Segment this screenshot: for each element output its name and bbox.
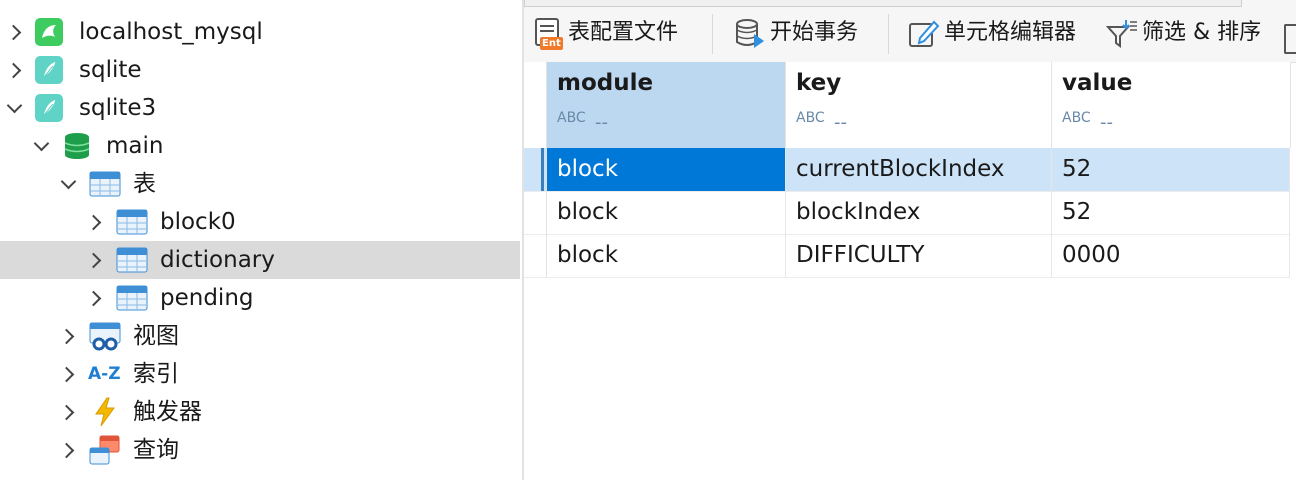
table-icon — [116, 283, 148, 313]
cell[interactable]: 52 — [1052, 191, 1290, 234]
cell[interactable]: block — [547, 191, 786, 234]
sqlite-connection-icon — [34, 93, 64, 123]
tree-item-label: 索引 — [133, 361, 179, 387]
cell[interactable]: block — [547, 234, 786, 277]
cell[interactable]: block — [547, 148, 786, 191]
cell-editor-label: 单元格编辑器 — [944, 20, 1077, 45]
cell-editor-button[interactable]: 单元格编辑器 — [908, 16, 1092, 50]
pencil-edit-icon — [908, 18, 940, 50]
column-header-value[interactable]: value ABC -- — [1052, 62, 1291, 148]
table-row[interactable]: block currentBlockIndex 52 — [524, 148, 1290, 192]
column-name: key — [796, 70, 842, 96]
chevron-right-icon[interactable] — [5, 24, 22, 41]
tree-item-block0[interactable]: block0 — [0, 203, 520, 241]
tree-item-label: dictionary — [160, 247, 275, 273]
tree-item-indexes[interactable]: A-Z 索引 — [0, 355, 520, 393]
tree-item-label: sqlite3 — [79, 95, 157, 121]
views-icon — [89, 321, 121, 351]
transaction-icon — [734, 18, 766, 50]
string-type-icon: ABC — [796, 110, 825, 126]
chevron-right-icon[interactable] — [85, 290, 102, 307]
tree-item-label: 视图 — [133, 323, 179, 349]
tree-item-views[interactable]: 视图 — [0, 317, 520, 355]
begin-transaction-label: 开始事务 — [770, 20, 859, 45]
tree-item-label: 表 — [133, 171, 156, 197]
tree-item-label: 查询 — [133, 437, 179, 463]
column-type-hint: -- — [834, 112, 847, 133]
mysql-connection-icon — [34, 17, 64, 47]
tables-folder-icon — [89, 169, 121, 199]
index-az-icon: A-Z — [88, 364, 121, 384]
column-name: value — [1062, 70, 1133, 96]
data-editor: Ent 表配置文件 开始事务 单元格编辑器 筛选 & 排序 module ABC… — [524, 0, 1296, 480]
cell[interactable]: blockIndex — [786, 191, 1052, 234]
row-header-corner[interactable] — [524, 62, 547, 148]
chevron-right-icon[interactable] — [85, 252, 102, 269]
column-name: module — [557, 70, 654, 96]
chevron-right-icon[interactable] — [85, 214, 102, 231]
chevron-right-icon[interactable] — [5, 62, 22, 79]
row-header[interactable] — [524, 191, 547, 234]
filter-sort-icon — [1105, 18, 1138, 50]
table-row[interactable]: block blockIndex 52 — [524, 191, 1290, 235]
tree-item-label: pending — [160, 285, 254, 311]
tree-item-pending[interactable]: pending — [0, 279, 520, 317]
chevron-down-icon[interactable] — [6, 97, 23, 114]
column-header-module[interactable]: module ABC -- — [547, 62, 786, 148]
chevron-down-icon[interactable] — [60, 173, 77, 190]
tree-item-label: main — [106, 133, 164, 159]
query-icon — [89, 435, 120, 465]
tree-item-main[interactable]: main — [0, 127, 520, 165]
table-icon — [116, 207, 148, 237]
tree-item-sqlite[interactable]: sqlite — [0, 51, 520, 89]
string-type-icon: ABC — [1062, 110, 1091, 126]
tree-item-triggers[interactable]: 触发器 — [0, 393, 520, 431]
row-header[interactable] — [524, 234, 547, 277]
lightning-icon — [90, 397, 120, 427]
tree-item-label: localhost_mysql — [79, 19, 263, 45]
tree-item-tables[interactable]: 表 — [0, 165, 520, 203]
current-row-marker — [541, 148, 544, 191]
tree-item-queries[interactable]: 查询 — [0, 431, 520, 469]
column-type-hint: -- — [1100, 112, 1113, 133]
column-type-hint: -- — [595, 112, 608, 133]
cell[interactable]: currentBlockIndex — [786, 148, 1052, 191]
more-toolbar-icon[interactable] — [1284, 24, 1296, 54]
cell[interactable]: 0000 — [1052, 234, 1290, 277]
tree-item-label: block0 — [160, 209, 236, 235]
table-icon — [116, 245, 148, 275]
cell[interactable]: 52 — [1052, 148, 1290, 191]
column-header-key[interactable]: key ABC -- — [786, 62, 1052, 148]
object-tree: localhost_mysql sqlite sqlite3 main 表 bl… — [0, 0, 522, 480]
ent-badge: Ent — [540, 37, 563, 50]
tree-item-label: sqlite — [79, 57, 142, 83]
sqlite-connection-icon — [34, 55, 64, 85]
cell[interactable]: DIFFICULTY — [786, 234, 1052, 277]
chevron-right-icon[interactable] — [58, 366, 75, 383]
database-icon — [62, 131, 92, 161]
table-row[interactable]: block DIFFICULTY 0000 — [524, 234, 1290, 278]
toolbar: Ent 表配置文件 开始事务 单元格编辑器 筛选 & 排序 — [524, 0, 1296, 63]
row-header[interactable] — [524, 148, 547, 191]
toolbar-separator — [712, 14, 713, 54]
tab-strip — [524, 0, 1242, 7]
chevron-down-icon[interactable] — [33, 135, 50, 152]
filter-sort-button[interactable]: 筛选 & 排序 — [1105, 16, 1276, 50]
tree-item-localhost-mysql[interactable]: localhost_mysql — [0, 13, 520, 51]
tree-item-label: 触发器 — [133, 399, 202, 425]
string-type-icon: ABC — [557, 110, 586, 126]
tree-item-dictionary[interactable]: dictionary — [0, 241, 520, 279]
table-config-label: 表配置文件 — [568, 20, 679, 45]
table-config-button[interactable]: Ent 表配置文件 — [534, 16, 704, 50]
filter-sort-label: 筛选 & 排序 — [1142, 20, 1262, 45]
toolbar-separator — [888, 14, 889, 54]
chevron-right-icon[interactable] — [58, 404, 75, 421]
tree-item-sqlite3[interactable]: sqlite3 — [0, 89, 520, 127]
begin-transaction-button[interactable]: 开始事务 — [734, 16, 884, 50]
chevron-right-icon[interactable] — [58, 442, 75, 459]
chevron-right-icon[interactable] — [58, 328, 75, 345]
